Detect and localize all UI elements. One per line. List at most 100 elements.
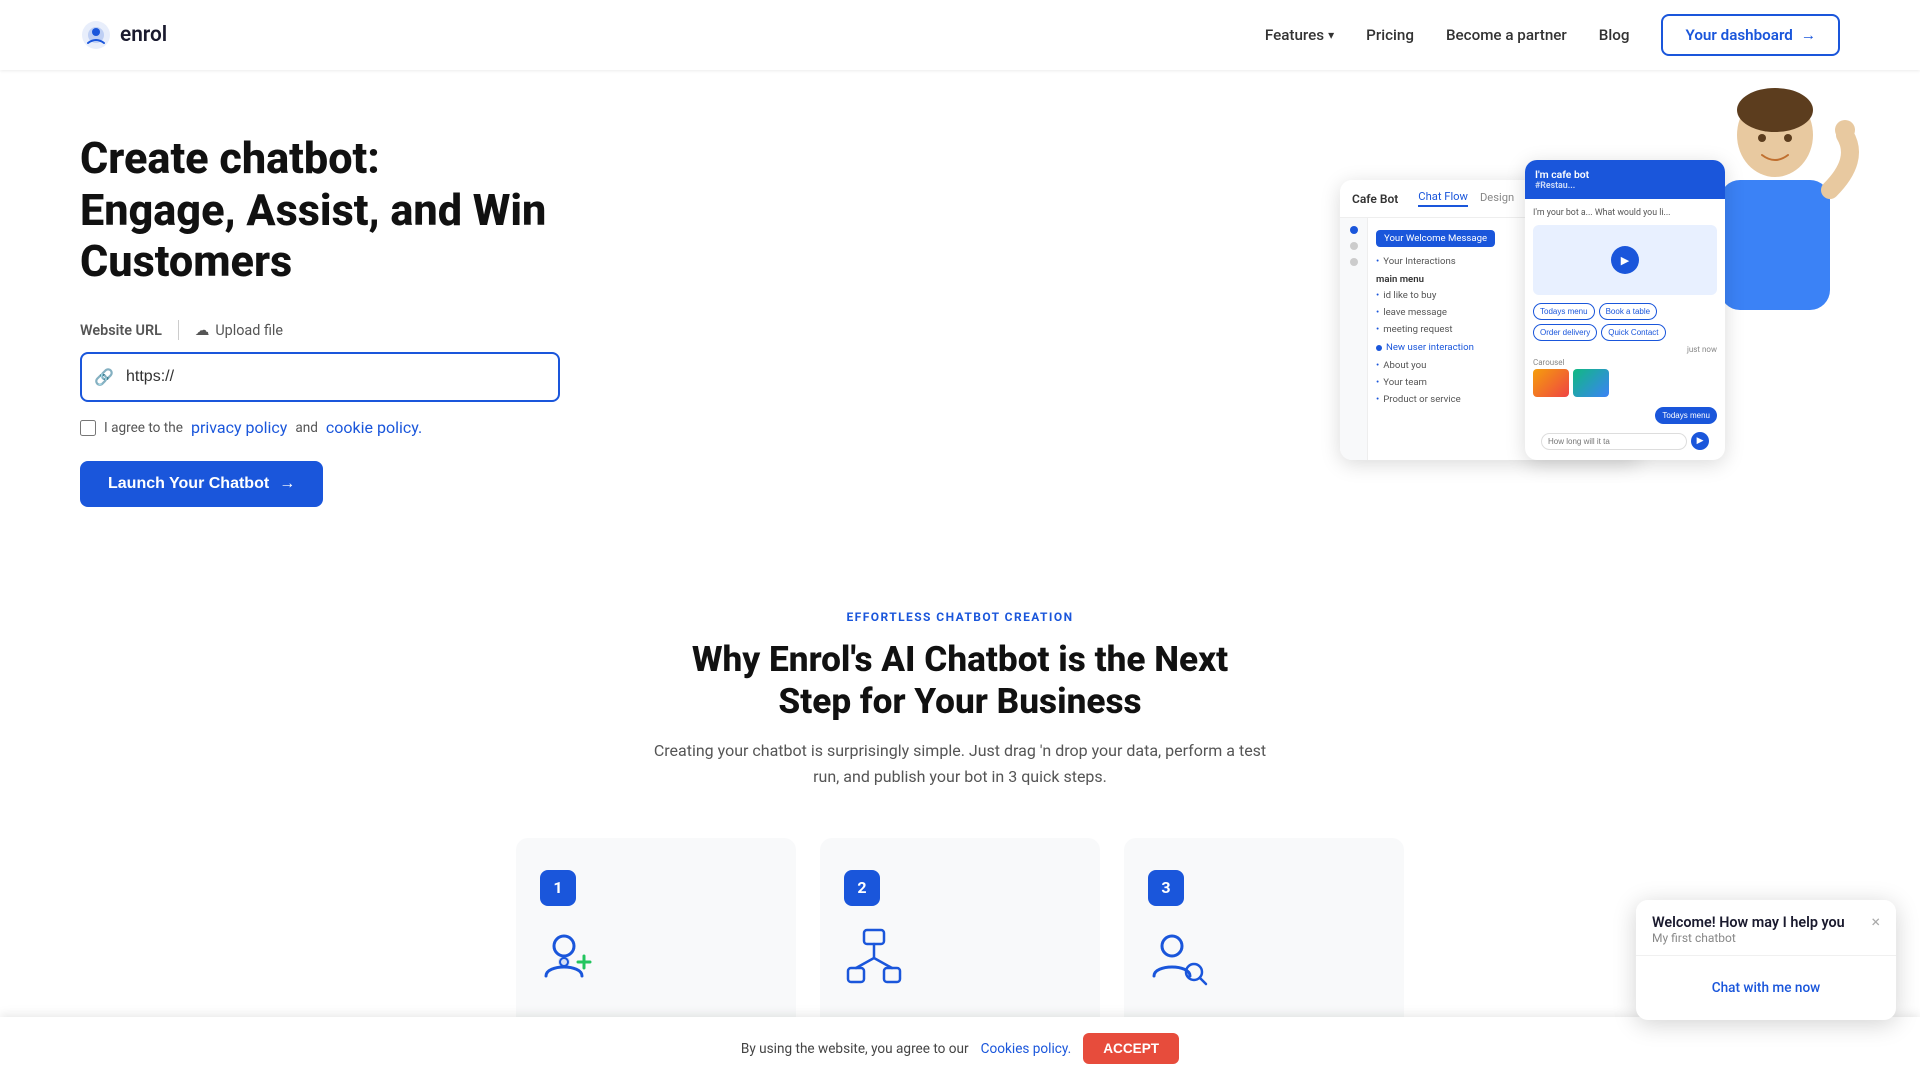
- url-input-wrapper: 🔗: [80, 352, 560, 402]
- quick-reply-book-table[interactable]: Book a table: [1599, 303, 1657, 320]
- step-card-2: 2: [820, 838, 1100, 1036]
- sidebar-icon-1: [1350, 226, 1358, 234]
- url-label: Website URL: [80, 322, 162, 339]
- upload-label: Upload file: [215, 322, 283, 339]
- steps-row: 1 2: [80, 838, 1840, 1036]
- hero-title-line1: Create chatbot:: [80, 133, 380, 184]
- hero-right: Cafe Bot Chat Flow Design Your Welcome M…: [1340, 150, 1840, 490]
- preview-sub2: What would you li...: [1595, 208, 1671, 218]
- section-badge: EFFORTLESS CHATBOT CREATION: [80, 610, 1840, 624]
- cookie-text: By using the website, you agree to our: [741, 1041, 969, 1057]
- carousel-label: Carousel: [1533, 354, 1717, 369]
- url-divider: [178, 320, 179, 340]
- logo-link[interactable]: enrol: [80, 19, 167, 51]
- privacy-policy-link[interactable]: privacy policy: [191, 418, 287, 437]
- bot-name: Cafe Bot: [1352, 192, 1398, 206]
- food-carousel-images: [1533, 369, 1717, 397]
- url-label-row: Website URL ☁ Upload file: [80, 320, 560, 340]
- play-button[interactable]: ▶: [1611, 246, 1639, 274]
- step-num-2: 2: [844, 870, 880, 906]
- design-tab[interactable]: Design: [1480, 191, 1514, 206]
- main-menu-section: main menu: [1376, 274, 1424, 285]
- hero-title-line3: Customers: [80, 236, 292, 287]
- step-icon-2: [844, 926, 1076, 996]
- why-section: EFFORTLESS CHATBOT CREATION Why Enrol's …: [0, 550, 1920, 1076]
- quick-reply-buttons: Todays menu Book a table Order delivery …: [1533, 303, 1717, 341]
- food-image-1: [1533, 369, 1569, 397]
- link-icon: 🔗: [94, 368, 114, 387]
- widget-subtitle: My first chatbot: [1652, 931, 1845, 945]
- navbar: enrol Features Pricing Become a partner …: [0, 0, 1920, 70]
- quick-reply-order-delivery[interactable]: Order delivery: [1533, 324, 1597, 341]
- cookie-banner: By using the website, you agree to our C…: [0, 1017, 1920, 1080]
- chat-input[interactable]: [1541, 433, 1687, 450]
- dashboard-btn-label: Your dashboard: [1685, 26, 1792, 44]
- cookie-accept-button[interactable]: ACCEPT: [1083, 1033, 1179, 1064]
- video-thumbnail: ▶: [1533, 225, 1717, 295]
- widget-chat-link[interactable]: Chat with me now: [1652, 972, 1880, 1004]
- launch-arrow-icon: →: [279, 475, 295, 493]
- step-card-3: 3: [1124, 838, 1404, 1036]
- terms-row: I agree to the privacy policy and cookie…: [80, 418, 560, 437]
- step-num-1: 1: [540, 870, 576, 906]
- hero-left: Create chatbot: Engage, Assist, and Win …: [80, 133, 560, 508]
- widget-close-button[interactable]: ×: [1871, 914, 1880, 930]
- chat-widget-header: Welcome! How may I help you My first cha…: [1636, 900, 1896, 956]
- step-icon-3: [1148, 926, 1380, 996]
- sidebar-icon-2: [1350, 242, 1358, 250]
- sidebar-icon-3: [1350, 258, 1358, 266]
- nav-links: Features Pricing Become a partner Blog Y…: [1265, 14, 1840, 56]
- chat-input-row: ▶: [1533, 432, 1717, 450]
- section-title-line1: Why Enrol's AI Chatbot is the Next: [692, 638, 1228, 680]
- terms-and: and: [295, 420, 318, 436]
- just-now-label: just now: [1533, 345, 1717, 354]
- welcome-msg-btn[interactable]: Your Welcome Message: [1376, 230, 1495, 247]
- terms-checkbox[interactable]: [80, 420, 96, 436]
- food-image-2: [1573, 369, 1609, 397]
- quick-reply-todays-menu[interactable]: Todays menu: [1533, 303, 1595, 320]
- chat-widget: Welcome! How may I help you My first cha…: [1636, 900, 1896, 1020]
- cookies-policy-link[interactable]: Cookies policy.: [981, 1041, 1072, 1057]
- hero-title-line2: Engage, Assist, and Win: [80, 185, 546, 236]
- quick-reply-quick-contact[interactable]: Quick Contact: [1601, 324, 1665, 341]
- cookie-policy-link[interactable]: cookie policy.: [326, 418, 422, 437]
- nav-pricing-link[interactable]: Pricing: [1366, 26, 1414, 44]
- section-description: Creating your chatbot is surprisingly si…: [640, 738, 1280, 789]
- url-input[interactable]: [80, 352, 560, 402]
- nav-blog-link[interactable]: Blog: [1599, 26, 1630, 44]
- todays-menu-filled-btn[interactable]: Todays menu: [1655, 407, 1717, 424]
- hero-section: Create chatbot: Engage, Assist, and Win …: [0, 70, 1920, 550]
- section-title: Why Enrol's AI Chatbot is the Next Step …: [610, 638, 1310, 722]
- hero-title: Create chatbot: Engage, Assist, and Win …: [80, 133, 560, 289]
- preview-bot-msg: I'm your bot a... What would you li...: [1533, 207, 1717, 219]
- user-add-icon: [540, 926, 600, 986]
- nav-partner-link[interactable]: Become a partner: [1446, 26, 1567, 44]
- preview-interaction-label: #Restau...: [1535, 181, 1715, 191]
- user-search-icon: [1148, 926, 1208, 986]
- chat-preview-panel: I'm cafe bot #Restau... I'm your bot a..…: [1525, 160, 1725, 460]
- chat-widget-title-block: Welcome! How may I help you My first cha…: [1652, 914, 1845, 945]
- nav-features-link[interactable]: Features: [1265, 26, 1334, 44]
- logo-text: enrol: [120, 23, 167, 47]
- new-interaction-label: New user interaction: [1386, 342, 1474, 353]
- preview-sub1: I'm your bot a...: [1533, 208, 1593, 218]
- step-icon-1: [540, 926, 772, 996]
- upload-icon: ☁: [195, 322, 209, 339]
- arrow-right-icon: →: [1801, 26, 1816, 44]
- launch-chatbot-button[interactable]: Launch Your Chatbot →: [80, 461, 323, 507]
- step-card-1: 1: [516, 838, 796, 1036]
- network-icon: [844, 926, 904, 986]
- launch-btn-label: Launch Your Chatbot: [108, 475, 269, 493]
- preview-title: I'm cafe bot: [1535, 168, 1715, 181]
- section-title-line2: Step for Your Business: [778, 680, 1141, 722]
- step-num-3: 3: [1148, 870, 1184, 906]
- send-button[interactable]: ▶: [1691, 432, 1709, 450]
- enrol-logo-icon: [80, 19, 112, 51]
- chat-flow-tab[interactable]: Chat Flow: [1418, 190, 1468, 207]
- chat-widget-body: Chat with me now: [1636, 956, 1896, 1020]
- interaction-hashtag: #Restau...: [1535, 181, 1575, 191]
- widget-title: Welcome! How may I help you: [1652, 914, 1845, 931]
- terms-text-prefix: I agree to the: [104, 420, 183, 436]
- upload-file-button[interactable]: ☁ Upload file: [195, 322, 283, 339]
- dashboard-button[interactable]: Your dashboard →: [1661, 14, 1840, 56]
